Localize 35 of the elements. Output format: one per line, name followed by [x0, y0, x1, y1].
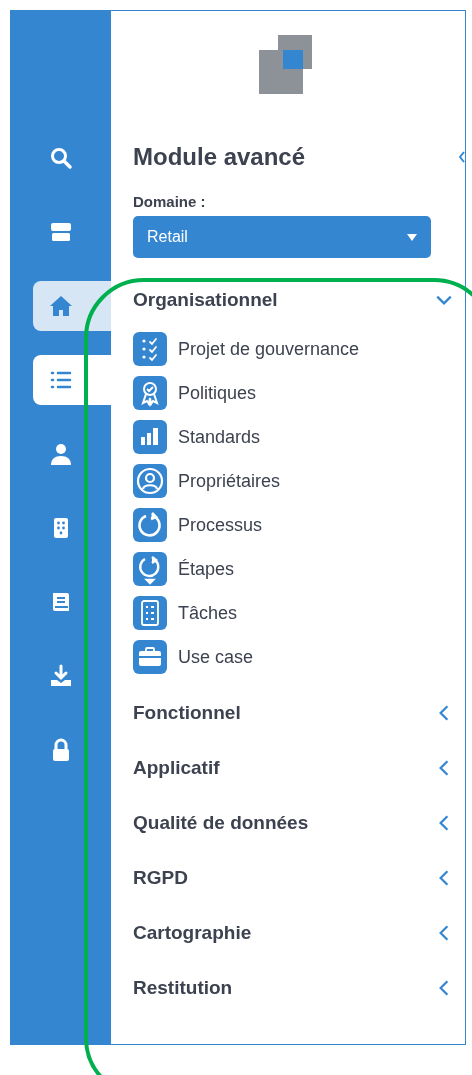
download-icon — [49, 664, 73, 688]
briefcase-icon — [133, 640, 167, 674]
cycle-icon — [133, 552, 167, 586]
menu-item[interactable]: Use case — [133, 635, 453, 679]
domain-select[interactable]: Retail — [133, 216, 431, 258]
section-header[interactable]: Fonctionnel — [133, 685, 453, 740]
clipboard-list-icon — [133, 596, 167, 630]
menu-item[interactable]: Processus — [133, 503, 453, 547]
caret-icon — [407, 233, 417, 241]
user-icon — [49, 442, 73, 466]
collapse-icon[interactable] — [459, 150, 465, 164]
menu-item[interactable]: Propriétaires — [133, 459, 453, 503]
checklist-icon — [133, 332, 167, 366]
menu-item[interactable]: Politiques — [133, 371, 453, 415]
section-header[interactable]: Organisationnel — [133, 272, 453, 327]
menu-item[interactable]: Standards — [133, 415, 453, 459]
domain-label: Domaine : — [133, 193, 207, 210]
sidebar-item[interactable] — [33, 281, 111, 331]
panel-title: Module avancé — [133, 143, 306, 171]
award-icon — [133, 376, 167, 410]
sidebar-item[interactable] — [33, 355, 111, 405]
refresh-icon — [133, 508, 167, 542]
store-icon — [49, 220, 73, 244]
menu-item[interactable]: Tâches — [133, 591, 453, 635]
section-header[interactable]: Applicatif — [133, 740, 453, 795]
menu-item[interactable]: Projet de gouvernance — [133, 327, 453, 371]
section-header[interactable]: RGPD — [133, 850, 453, 905]
section-header[interactable]: Restitution — [133, 960, 453, 1015]
bar-chart-icon — [133, 420, 167, 454]
user-circle-icon — [133, 464, 167, 498]
home-icon — [49, 294, 73, 318]
search-icon — [49, 146, 73, 170]
section-header[interactable]: Qualité de données — [133, 795, 453, 850]
menu-item[interactable]: Étapes — [133, 547, 453, 591]
section-header[interactable]: Cartographie — [133, 905, 453, 960]
